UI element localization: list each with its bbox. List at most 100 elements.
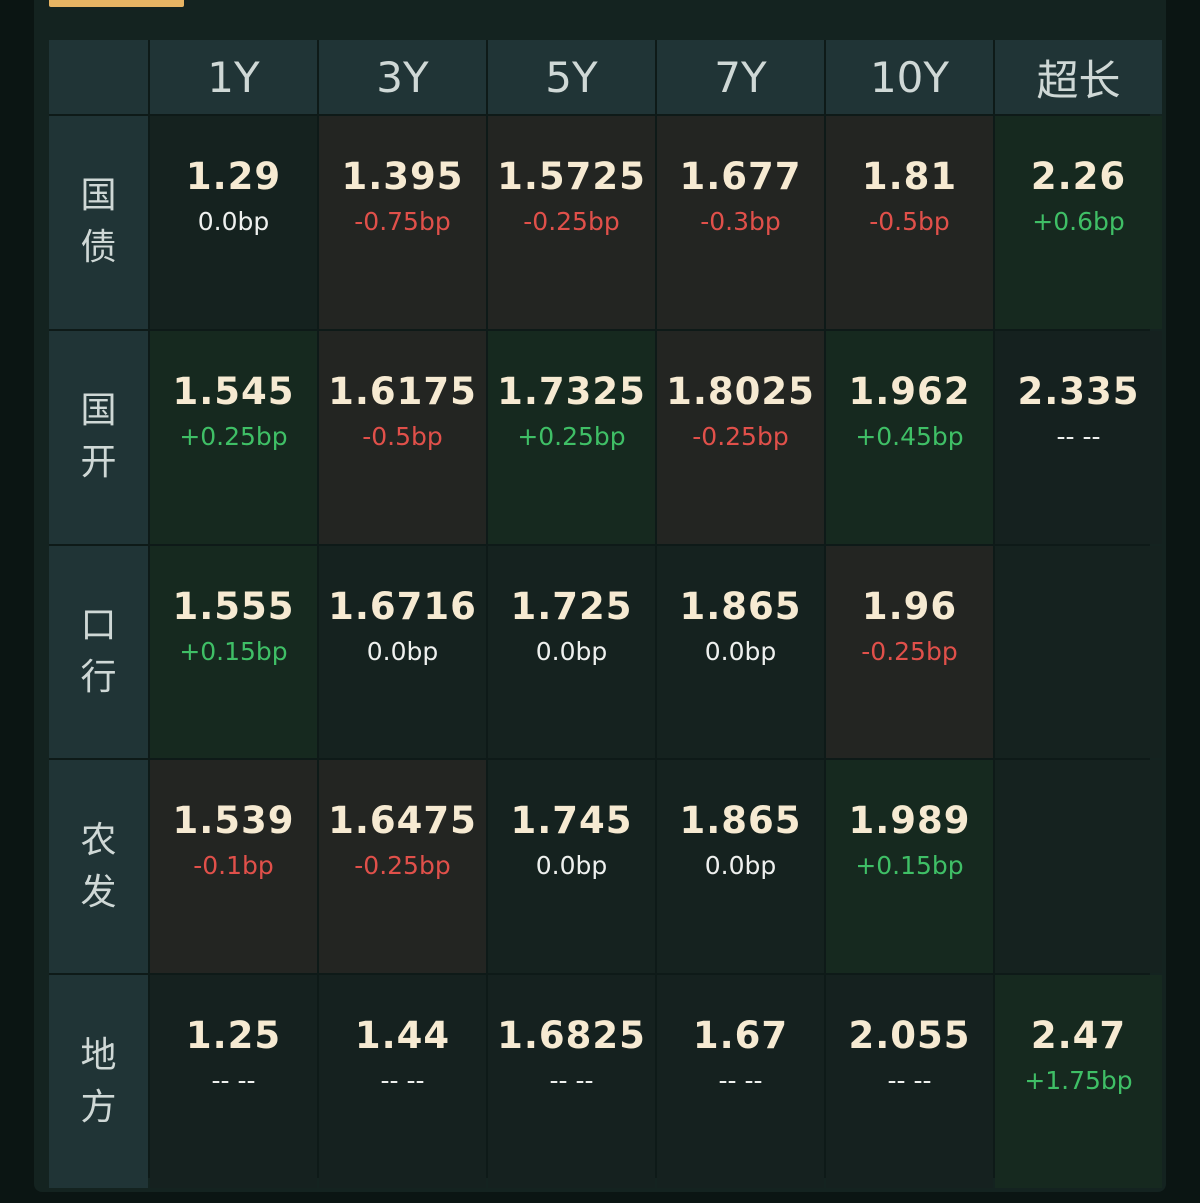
yield-change: 0.0bp [704,636,777,666]
row-header-char: 口 [80,604,117,646]
yield-change: +0.25bp [517,421,626,451]
yield-value: 1.5725 [497,155,646,198]
column-header-3y[interactable]: 3Y [319,40,486,114]
row-header-char: 方 [80,1086,117,1128]
quote-cell[interactable]: 1.44 -- -- [319,975,486,1188]
quote-cell[interactable]: 1.6475 -0.25bp [319,760,486,974]
yield-value: 1.6825 [497,1014,646,1058]
quote-cell[interactable]: 1.8025 -0.25bp [657,330,824,544]
quote-cell[interactable]: 2.335 -- -- [995,330,1162,544]
yield-change: +0.6bp [1032,207,1125,236]
quote-cell[interactable]: 2.26 +0.6bp [995,116,1162,329]
empty-quote-cell [995,545,1162,759]
yield-change: -- -- [380,1066,425,1096]
column-header-7y[interactable]: 7Y [657,40,824,114]
row-header[interactable]: 农发 [49,760,148,974]
quote-cell[interactable]: 1.5725 -0.25bp [488,116,655,329]
yield-value: 2.055 [848,1014,971,1058]
quote-cell[interactable]: 1.96 -0.25bp [826,545,993,759]
yield-value: 1.865 [679,799,802,843]
column-header-5y[interactable]: 5Y [488,40,655,114]
active-tab-indicator [49,0,184,7]
yield-value: 1.67 [692,1014,789,1058]
row-header[interactable]: 国开 [49,330,148,544]
quote-cell[interactable]: 1.6716 0.0bp [319,545,486,759]
row-header-char: 发 [80,871,117,913]
yield-change: -0.3bp [700,207,781,236]
yield-value: 1.6175 [328,369,477,413]
quote-cell[interactable]: 1.7325 +0.25bp [488,330,655,544]
yield-value: 2.335 [1017,369,1140,413]
column-header-1y[interactable]: 1Y [150,40,317,114]
quote-cell[interactable]: 2.47 +1.75bp [995,975,1162,1188]
yield-value: 1.555 [172,584,295,628]
yield-change: -- -- [718,1066,763,1096]
yield-change: 0.0bp [535,636,608,666]
quote-cell[interactable]: 1.25 -- -- [150,975,317,1188]
yield-value: 1.962 [848,369,971,413]
yield-value: 2.26 [1030,155,1127,198]
yield-value: 1.8025 [666,369,815,413]
yield-value: 1.989 [848,799,971,843]
quote-cell[interactable]: 1.539 -0.1bp [150,760,317,974]
yield-change: -- -- [887,1066,932,1096]
yield-change: -0.25bp [692,421,789,451]
yield-change: 0.0bp [366,636,439,666]
yield-change: +0.45bp [855,421,964,451]
quote-cell[interactable]: 1.81 -0.5bp [826,116,993,329]
quote-cell[interactable]: 1.865 0.0bp [657,545,824,759]
yield-change: 0.0bp [535,851,608,881]
quote-cell[interactable]: 1.545 +0.25bp [150,330,317,544]
row-header[interactable]: 口行 [49,545,148,759]
row-header-char: 地 [80,1034,117,1076]
yield-change: +0.15bp [855,851,964,881]
quote-cell[interactable]: 1.865 0.0bp [657,760,824,974]
quote-cell[interactable]: 1.962 +0.45bp [826,330,993,544]
yield-change: -- -- [211,1066,256,1096]
yield-change: -- -- [1056,421,1101,451]
yield-change: -0.25bp [523,207,620,236]
empty-quote-cell [995,760,1162,974]
quote-cell[interactable]: 1.725 0.0bp [488,545,655,759]
row-header[interactable]: 国债 [49,116,148,329]
quote-cell[interactable]: 1.555 +0.15bp [150,545,317,759]
quote-cell[interactable]: 1.677 -0.3bp [657,116,824,329]
yield-change: +0.25bp [179,421,288,451]
yield-value: 1.6475 [328,799,477,843]
yield-value: 1.6716 [328,584,477,628]
yield-value: 1.539 [172,799,295,843]
row-header-char: 债 [80,227,117,269]
yield-change: -0.75bp [354,207,451,236]
yield-change: -0.1bp [193,851,274,881]
yield-change: -0.25bp [861,636,958,666]
yield-value: 1.545 [172,369,295,413]
yield-change: -- -- [549,1066,594,1096]
row-header[interactable]: 地方 [49,975,148,1188]
yield-change: +1.75bp [1024,1066,1133,1096]
yield-value: 1.44 [354,1014,451,1058]
yield-value: 1.81 [861,155,958,198]
quote-cell[interactable]: 1.395 -0.75bp [319,116,486,329]
yield-value: 2.47 [1030,1014,1127,1058]
row-header-char: 开 [80,442,117,484]
quote-cell[interactable]: 1.745 0.0bp [488,760,655,974]
quote-cell[interactable]: 2.055 -- -- [826,975,993,1188]
yield-value: 1.7325 [497,369,646,413]
yield-value: 1.865 [679,584,802,628]
quote-cell[interactable]: 1.29 0.0bp [150,116,317,329]
column-header-10y[interactable]: 10Y [826,40,993,114]
yield-change: +0.15bp [179,636,288,666]
yield-value: 1.725 [510,584,633,628]
yield-value: 1.25 [185,1014,282,1058]
yield-value: 1.96 [861,584,958,628]
yield-change: 0.0bp [704,851,777,881]
quote-cell[interactable]: 1.67 -- -- [657,975,824,1188]
row-header-char: 国 [80,175,117,217]
corner-cell [49,40,148,114]
row-header-char: 农 [80,819,117,861]
quote-cell[interactable]: 1.6825 -- -- [488,975,655,1188]
column-header-ultra-long[interactable]: 超长 [995,40,1162,114]
quote-cell[interactable]: 1.6175 -0.5bp [319,330,486,544]
yield-curve-table: 1Y 3Y 5Y 7Y 10Y 超长 国债 1.29 0.0bp 1.395 -0.75… [49,40,1162,1188]
quote-cell[interactable]: 1.989 +0.15bp [826,760,993,974]
